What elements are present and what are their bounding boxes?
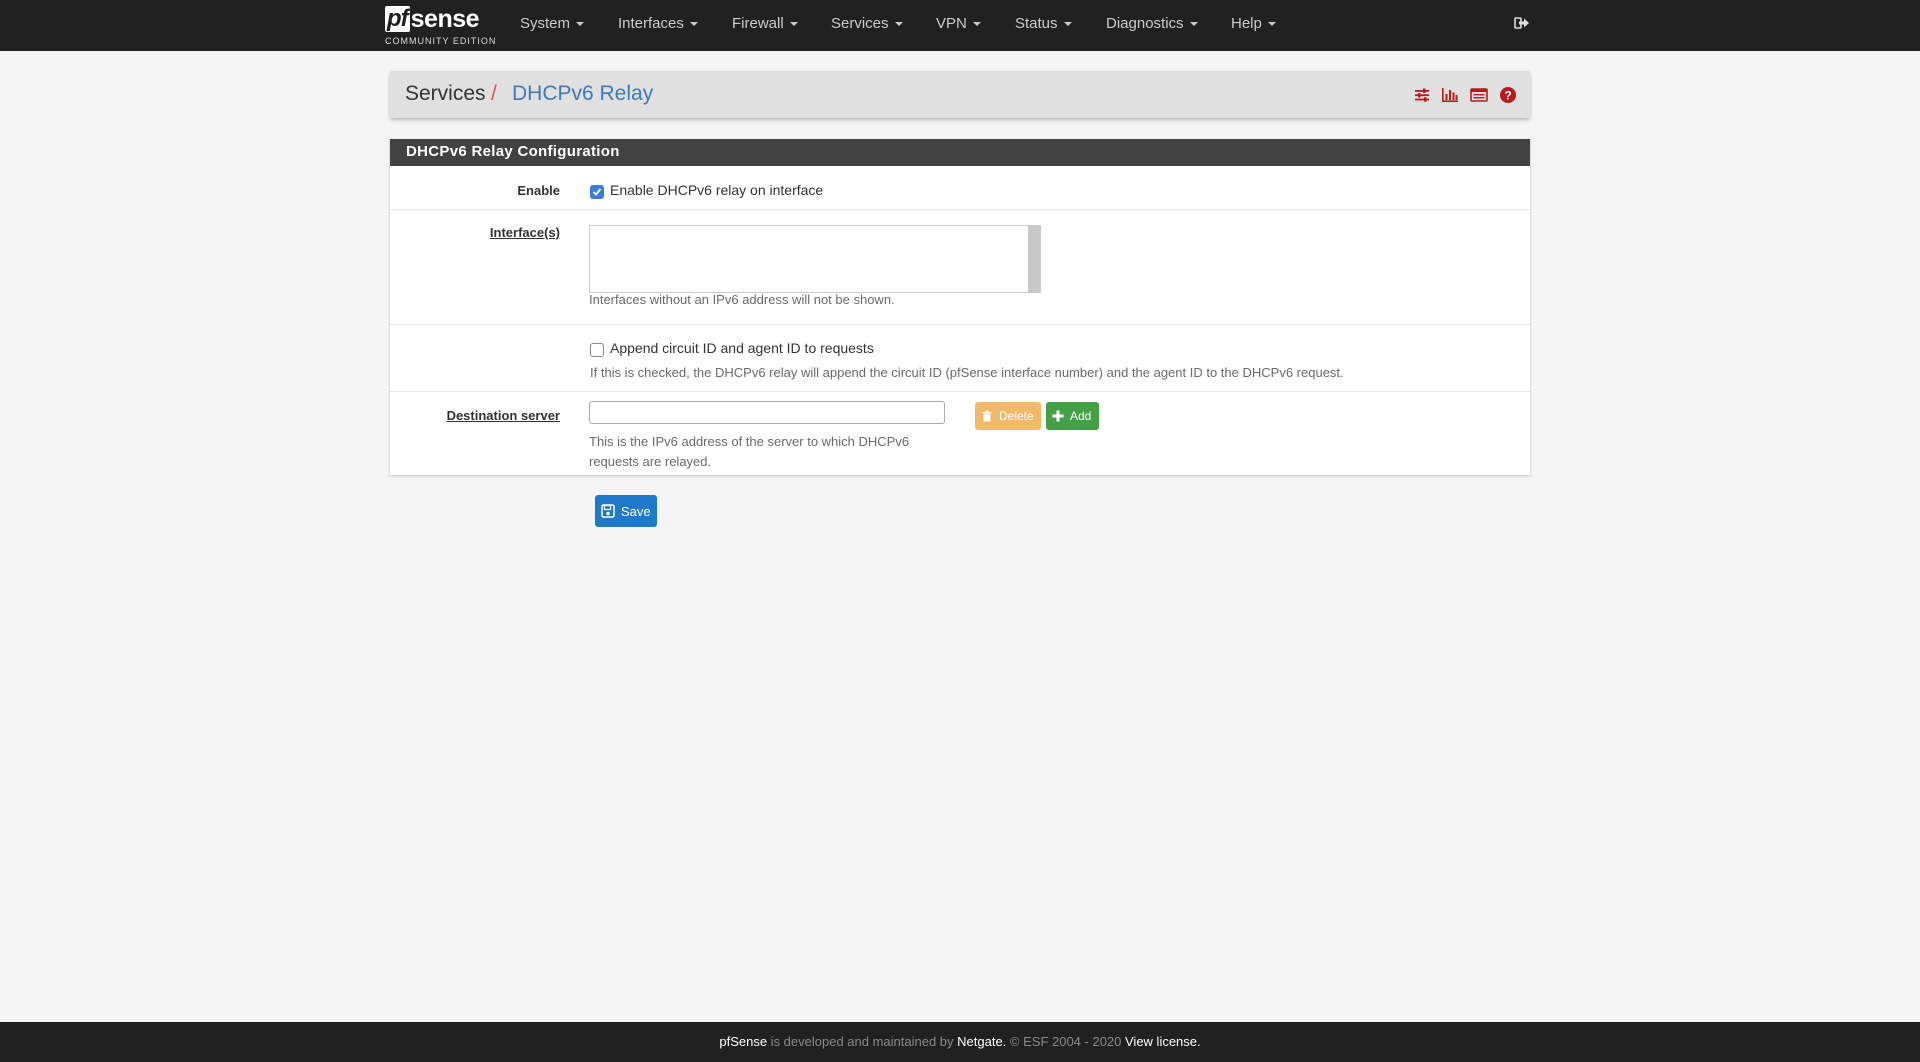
footer-license-link[interactable]: View license. [1125, 1034, 1201, 1049]
page-header: Services / DHCPv6 Relay ? [390, 71, 1530, 118]
pfsense-logo[interactable]: pf sense COMMUNITY EDITION [385, 4, 495, 48]
nav-services[interactable]: Services [831, 0, 903, 51]
help-circle-icon[interactable]: ? [1499, 86, 1517, 104]
svg-text:?: ? [1504, 88, 1511, 102]
destination-label[interactable]: Destination server [447, 408, 560, 423]
add-button[interactable]: Add [1046, 402, 1099, 430]
nav-firewall[interactable]: Firewall [732, 0, 798, 51]
footer: pfSense is developed and maintained by N… [0, 1022, 1920, 1062]
nav-label: VPN [936, 15, 967, 32]
enable-row: Enable Enable DHCPv6 relay on interface [390, 166, 1530, 210]
footer-brand: pfSense [719, 1034, 768, 1049]
nav-label: System [520, 15, 571, 32]
top-navbar: pf sense COMMUNITY EDITION System Interfa… [0, 0, 1920, 51]
breadcrumb-separator: / [491, 82, 497, 105]
panel-title: DHCPv6 Relay Configuration [406, 143, 620, 160]
interfaces-label[interactable]: Interface(s) [490, 225, 560, 240]
nav-system[interactable]: System [520, 0, 585, 51]
interfaces-select[interactable] [589, 225, 1041, 293]
delete-label: Delete [999, 409, 1034, 423]
footer-netgate-link[interactable]: Netgate. [957, 1034, 1006, 1049]
chevron-down-icon [1267, 22, 1276, 27]
append-row: Append circuit ID and agent ID to reques… [390, 325, 1530, 392]
nav-label: Help [1231, 15, 1262, 32]
panel-heading: DHCPv6 Relay Configuration [390, 139, 1530, 166]
nav-label: Services [831, 15, 889, 32]
destination-server-input[interactable] [589, 401, 945, 424]
chevron-down-icon [689, 22, 698, 27]
save-button[interactable]: Save [595, 495, 657, 527]
footer-text-2: © ESF 2004 - 2020 [1006, 1034, 1125, 1049]
logo-sense: sense [410, 5, 480, 33]
logo-pf: pf [385, 5, 410, 32]
add-label: Add [1070, 409, 1092, 423]
interfaces-help: Interfaces without an IPv6 address will … [589, 292, 895, 307]
destination-help-line1: This is the IPv6 address of the server t… [589, 434, 910, 449]
chevron-down-icon [972, 22, 981, 27]
save-label: Save [621, 503, 651, 519]
breadcrumb-current[interactable]: DHCPv6 Relay [512, 82, 653, 106]
chevron-down-icon [576, 22, 585, 27]
plus-icon [1052, 410, 1064, 422]
checkmark-icon [592, 188, 602, 196]
bar-chart-icon[interactable] [1441, 86, 1459, 104]
nav-label: Interfaces [618, 15, 684, 32]
breadcrumb-services[interactable]: Services [405, 82, 486, 106]
nav-label: Diagnostics [1106, 15, 1184, 32]
append-help: If this is checked, the DHCPv6 relay wil… [590, 365, 1344, 380]
sliders-icon[interactable] [1413, 86, 1431, 104]
enable-checkbox[interactable] [590, 185, 604, 199]
logo-wordmark: pf sense [385, 4, 480, 34]
sign-out-icon[interactable] [1514, 15, 1530, 31]
enable-checkbox-label[interactable]: Enable DHCPv6 relay on interface [610, 182, 823, 198]
nav-help[interactable]: Help [1231, 0, 1276, 51]
destination-help: This is the IPv6 address of the server t… [589, 432, 909, 472]
nav-label: Status [1015, 15, 1058, 32]
append-checkbox[interactable] [590, 343, 604, 357]
edition-label: COMMUNITY EDITION [385, 36, 497, 46]
append-checkbox-label[interactable]: Append circuit ID and agent ID to reques… [610, 340, 874, 356]
relay-config-panel: DHCPv6 Relay Configuration Enable Enable… [390, 139, 1530, 475]
destination-row: Destination server This is the IPv6 addr… [390, 392, 1530, 474]
nav-diagnostics[interactable]: Diagnostics [1106, 0, 1198, 51]
chevron-down-icon [789, 22, 798, 27]
chevron-down-icon [1063, 22, 1072, 27]
trash-icon [982, 410, 992, 422]
chevron-down-icon [894, 22, 903, 27]
log-list-icon[interactable] [1470, 86, 1488, 104]
enable-label: Enable [517, 183, 560, 198]
footer-text-1: is developed and maintained by [767, 1034, 958, 1049]
nav-label: Firewall [732, 15, 784, 32]
nav-interfaces[interactable]: Interfaces [618, 0, 698, 51]
destination-help-line2: requests are relayed. [589, 454, 712, 469]
nav-status[interactable]: Status [1015, 0, 1072, 51]
nav-vpn[interactable]: VPN [936, 0, 981, 51]
select-scrollbar[interactable] [1028, 226, 1040, 292]
delete-button[interactable]: Delete [975, 402, 1041, 430]
chevron-down-icon [1189, 22, 1198, 27]
floppy-disk-icon [601, 504, 615, 518]
